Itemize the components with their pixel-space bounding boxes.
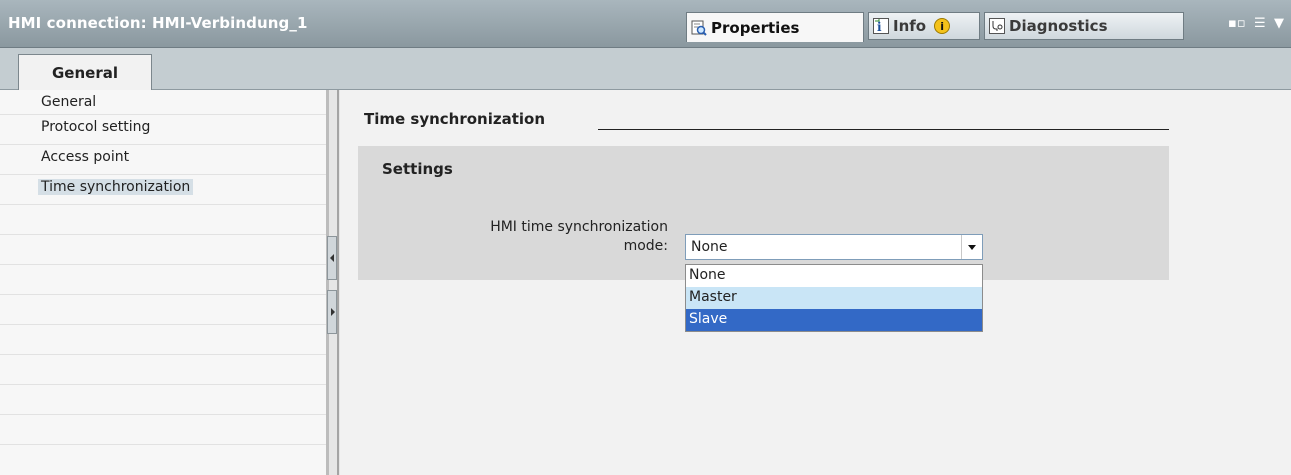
splitter[interactable] [326, 90, 340, 475]
list-icon[interactable]: ☰ [1254, 16, 1266, 31]
properties-icon [691, 20, 707, 36]
nav-item-label: General [41, 94, 97, 110]
option-slave[interactable]: Slave [686, 309, 982, 331]
nav-empty-row [0, 205, 326, 235]
title-bar: HMI connection: HMI-Verbindung_1 Propert… [0, 0, 1291, 48]
field-label-line: HMI time synchronization [490, 219, 668, 235]
nav-empty-row [0, 385, 326, 415]
chevron-right-icon [331, 308, 335, 316]
nav-empty-row [0, 325, 326, 355]
nav-item-general[interactable]: General [0, 90, 326, 115]
warning-info-icon: i [934, 18, 951, 34]
nav-item-label: Time synchronization [38, 179, 194, 195]
field-label-line: mode: [623, 238, 668, 254]
nav-empty-row [0, 415, 326, 445]
tab-diagnostics[interactable]: Diagnostics [984, 12, 1184, 40]
nav-item-access-point[interactable]: Access point [0, 145, 326, 175]
tab-general[interactable]: General [18, 54, 152, 91]
nav-item-time-synchronization[interactable]: Time synchronization [0, 175, 326, 205]
expand-right-button[interactable] [327, 290, 337, 334]
field-label: HMI time synchronization mode: [408, 218, 668, 256]
chevron-down-icon [968, 244, 976, 250]
splitter-line [337, 90, 339, 475]
option-master[interactable]: Master [686, 287, 982, 309]
select-value: None [691, 239, 728, 255]
restore-icon[interactable]: ▪▫ [1228, 16, 1246, 31]
nav-empty-row [0, 265, 326, 295]
svg-text:i: i [877, 20, 882, 34]
window-title: HMI connection: HMI-Verbindung_1 [8, 14, 308, 32]
property-nav: General Protocol setting Access point Ti… [0, 90, 326, 475]
dropdown-button[interactable] [961, 235, 982, 259]
tab-properties[interactable]: Properties [686, 12, 864, 42]
option-none[interactable]: None [686, 265, 982, 287]
chevron-left-icon [330, 254, 334, 262]
nav-item-protocol-setting[interactable]: Protocol setting [0, 115, 326, 145]
nav-empty-row [0, 355, 326, 385]
diagnostics-icon [989, 18, 1005, 34]
panel-title: Settings [382, 160, 453, 178]
sync-mode-select[interactable]: None [685, 234, 983, 260]
section-divider [598, 129, 1169, 130]
nav-empty-row [0, 235, 326, 265]
tab-properties-label: Properties [711, 18, 800, 37]
info-icon: i [873, 18, 889, 34]
splitter-line [326, 90, 329, 475]
collapse-left-button[interactable] [327, 236, 337, 280]
nav-item-label: Access point [41, 149, 130, 165]
tab-info-label: Info [893, 17, 927, 35]
tab-info[interactable]: i Info i [868, 12, 980, 40]
section-title: Time synchronization [364, 110, 546, 128]
nav-empty-row [0, 295, 326, 325]
nav-item-label: Protocol setting [41, 119, 151, 135]
tab-diagnostics-label: Diagnostics [1009, 17, 1108, 35]
tab-bar: General [0, 48, 1291, 91]
dropdown-list: None Master Slave [685, 264, 983, 332]
chevron-down-icon[interactable]: ▼ [1274, 16, 1284, 31]
